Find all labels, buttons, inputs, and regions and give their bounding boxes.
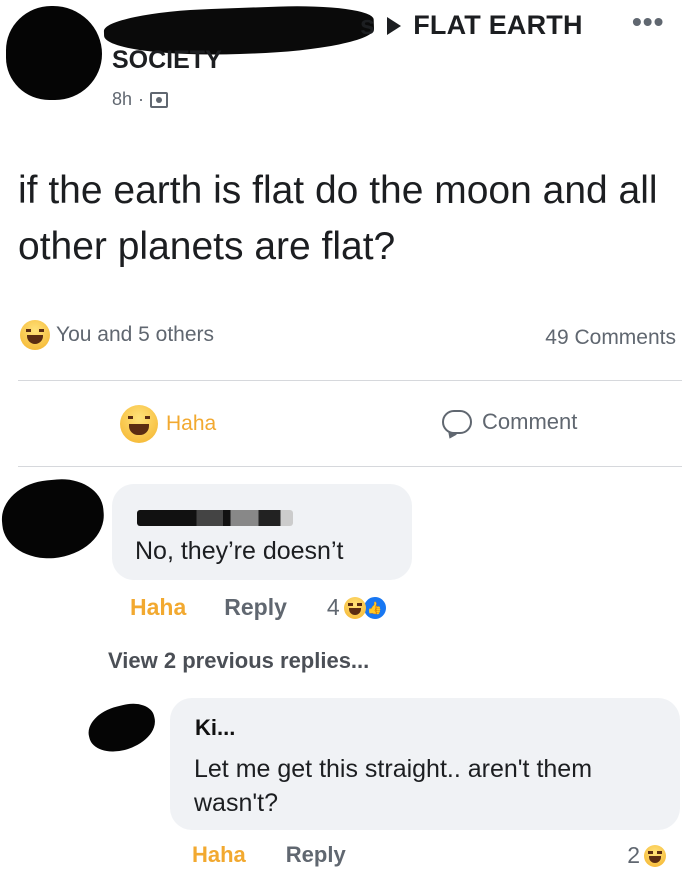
comment-reaction-count[interactable]: 4 [327,594,340,621]
reply-reaction-count: 2 [627,842,640,868]
reply-reply-link[interactable]: Reply [286,842,346,868]
haha-reaction-button[interactable]: Haha [120,405,216,443]
post-text: if the earth is flat do the moon and all… [18,169,658,268]
post-header-group: s FLAT EARTH [360,10,583,41]
group-prefix-text: s [360,10,376,40]
reply-author-name[interactable]: Ki... [195,715,235,741]
reply-author-avatar[interactable] [83,698,161,758]
triangle-right-icon [387,16,402,35]
redacted-commenter-name[interactable] [137,510,293,526]
comment-text: No, they’re doesn’t [135,537,344,565]
post-author-avatar[interactable] [6,6,102,100]
comment-actions: Haha Reply 4 👍 [130,594,388,621]
commenter-avatar[interactable] [0,475,108,563]
haha-button-label: Haha [166,412,217,435]
group-privacy-icon[interactable] [150,91,169,108]
reply-text: Let me get this straight.. aren't them w… [194,755,593,817]
reply-haha-link[interactable]: Haha [192,842,246,868]
group-name-link[interactable]: FLAT EARTH [413,10,582,41]
haha-reaction-icon [343,596,366,619]
comment-button[interactable]: Comment [442,409,577,435]
group-name-line2[interactable]: SOCIETY [112,46,222,75]
divider-bottom [18,466,682,467]
haha-reaction-icon [644,844,666,867]
comment-bubble-icon [442,410,472,434]
comment-haha-link[interactable]: Haha [130,594,186,621]
post-timestamp[interactable]: 8h [112,89,132,110]
meta-separator: · [138,89,145,109]
haha-reaction-icon [20,320,50,350]
reply-reactions[interactable]: 2 [627,842,666,869]
reply-actions: Haha Reply [192,842,346,868]
divider-top [18,380,682,381]
post-meta: 8h · [112,89,169,110]
haha-reaction-icon [120,405,158,443]
reactions-summary[interactable]: You and 5 others [20,320,214,350]
reactions-summary-label: You and 5 others [56,323,215,346]
ellipsis-icon[interactable]: ••• [632,6,664,38]
comments-count-link[interactable]: 49 Comments [545,326,676,350]
comment-button-label: Comment [482,409,578,434]
comment-reply-link[interactable]: Reply [224,594,287,621]
view-previous-replies-link[interactable]: View 2 previous replies... [108,648,369,674]
